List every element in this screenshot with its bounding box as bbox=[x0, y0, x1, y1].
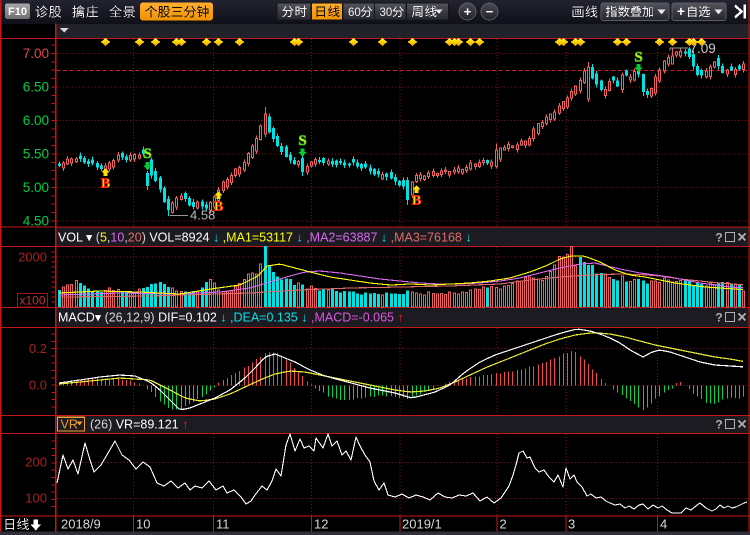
svg-text:?: ? bbox=[715, 418, 722, 432]
svg-text:6.00: 6.00 bbox=[23, 113, 49, 128]
svg-text:6.50: 6.50 bbox=[23, 80, 49, 95]
svg-text:10: 10 bbox=[136, 517, 150, 532]
svg-text:+: + bbox=[677, 4, 685, 19]
svg-text:100: 100 bbox=[25, 491, 47, 506]
svg-text:7.00: 7.00 bbox=[23, 46, 49, 61]
svg-text:5.50: 5.50 bbox=[23, 147, 49, 162]
svg-text:S: S bbox=[634, 50, 642, 66]
svg-text:2019/1: 2019/1 bbox=[402, 517, 442, 532]
svg-text:2: 2 bbox=[500, 517, 507, 532]
svg-text:3: 3 bbox=[568, 517, 575, 532]
svg-text:2000: 2000 bbox=[18, 250, 47, 265]
svg-text:VOL ▾ (5,10,20) VOL=8924 ↓ ,M: VOL ▾ (5,10,20) VOL=8924 ↓ ,MA1=53117 ↓ … bbox=[58, 231, 472, 245]
svg-text:?: ? bbox=[715, 311, 722, 325]
svg-text:S: S bbox=[143, 146, 151, 162]
svg-text:0.0: 0.0 bbox=[29, 378, 47, 393]
svg-text:11: 11 bbox=[216, 517, 230, 532]
svg-text:F10: F10 bbox=[8, 6, 27, 18]
svg-text:4.58: 4.58 bbox=[190, 208, 215, 223]
svg-text:MACD▾ (26,12,9) DIF=0.102 ↓ ,: MACD▾ (26,12,9) DIF=0.102 ↓ ,DEA=0.135 ↓… bbox=[58, 311, 404, 325]
svg-text:−: − bbox=[486, 4, 494, 19]
svg-text:60: 60 bbox=[348, 7, 361, 19]
svg-text:S: S bbox=[298, 133, 306, 149]
svg-text:0.2: 0.2 bbox=[29, 341, 47, 356]
svg-text:12: 12 bbox=[314, 517, 328, 532]
svg-text:5.00: 5.00 bbox=[23, 180, 49, 195]
svg-text:VR: VR bbox=[61, 417, 78, 431]
svg-text:B: B bbox=[101, 177, 110, 192]
svg-text:x100: x100 bbox=[19, 294, 45, 308]
svg-text:?: ? bbox=[715, 231, 722, 245]
svg-text:(26) VR=89.121 ↑: (26) VR=89.121 ↑ bbox=[90, 417, 188, 431]
svg-text:4.50: 4.50 bbox=[23, 214, 49, 229]
svg-text:+: + bbox=[464, 4, 472, 19]
svg-text:2018/9: 2018/9 bbox=[61, 517, 101, 532]
svg-text:4: 4 bbox=[660, 517, 667, 532]
svg-text:B: B bbox=[214, 200, 223, 215]
svg-text:B: B bbox=[412, 194, 421, 209]
svg-text:30: 30 bbox=[380, 7, 393, 19]
svg-text:200: 200 bbox=[25, 455, 47, 470]
